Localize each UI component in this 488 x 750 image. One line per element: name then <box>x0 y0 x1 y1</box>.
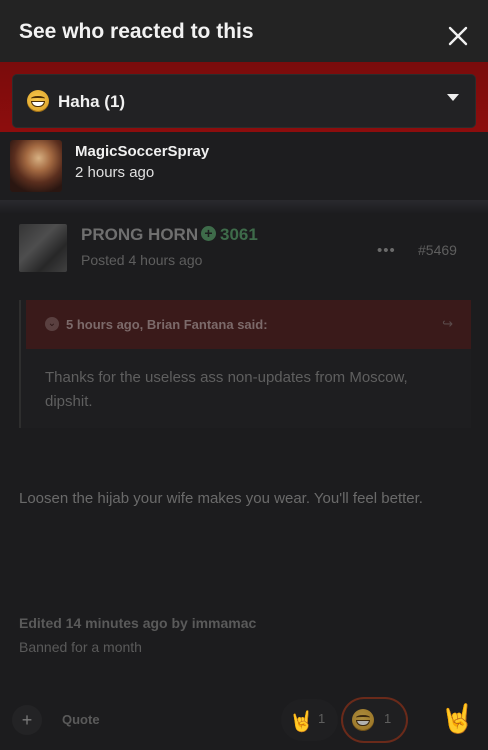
background-post: PRONG HORN + 3061 Posted 4 hours ago •••… <box>0 214 488 750</box>
posted-time[interactable]: Posted 4 hours ago <box>81 252 202 268</box>
quote-block: ⌄ 5 hours ago, Brian Fantana said: ↪ Tha… <box>19 300 471 428</box>
author-name[interactable]: PRONG HORN <box>81 225 198 245</box>
quote-citation[interactable]: 5 hours ago, Brian Fantana said: <box>66 317 268 332</box>
quote-text: Thanks for the useless ass non-updates f… <box>45 369 408 410</box>
edited-prefix: Edited 14 minutes ago by <box>19 615 192 631</box>
reputation-value: 3061 <box>220 225 258 244</box>
reaction-filter-label: Haha (1) <box>58 92 126 111</box>
reaction-count: 1 <box>384 711 392 726</box>
author-avatar[interactable] <box>19 224 67 272</box>
modal-header: See who reacted to this <box>0 0 488 62</box>
edited-note: Edited 14 minutes ago by immamac <box>19 615 256 631</box>
post-body: Loosen the hijab your wife makes you wea… <box>19 490 423 507</box>
react-button-icon[interactable]: 🤘 <box>440 702 475 735</box>
avatar[interactable] <box>10 140 62 192</box>
reaction-count: 1 <box>318 711 326 726</box>
laughing-face-icon <box>352 709 374 731</box>
laughing-face-icon <box>27 90 49 112</box>
close-icon[interactable] <box>444 22 472 50</box>
post-number-link[interactable]: #5469 <box>418 242 457 258</box>
post-footer: + Quote 🤘 1 1 🤘 <box>0 692 488 750</box>
edit-reason: Banned for a month <box>19 639 142 655</box>
edited-by-link[interactable]: immamac <box>192 615 257 631</box>
reactor-name[interactable]: MagicSoccerSpray <box>75 143 209 160</box>
reaction-filter-dropdown[interactable]: Haha (1) <box>13 75 475 127</box>
quote-button[interactable]: Quote <box>62 712 100 727</box>
chevron-down-icon[interactable]: ⌄ <box>45 317 59 331</box>
chevron-down-icon <box>447 94 459 101</box>
reactor-time: 2 hours ago <box>75 164 155 181</box>
reaction-rock-on[interactable]: 🤘 1 <box>281 699 338 741</box>
rock-on-hand-icon: 🤘 <box>289 711 314 733</box>
modal-bottom-shadow <box>0 200 488 214</box>
reputation-plus-icon: + <box>201 226 216 241</box>
modal-title: See who reacted to this <box>19 20 254 43</box>
reaction-haha[interactable]: 1 <box>343 699 406 741</box>
share-arrow-icon[interactable]: ↪ <box>442 316 453 332</box>
quote-header: ⌄ 5 hours ago, Brian Fantana said: ↪ <box>26 300 471 349</box>
multiquote-button[interactable]: + <box>12 705 42 735</box>
reactor-list-item[interactable]: MagicSoccerSpray 2 hours ago <box>0 132 488 200</box>
more-options-icon[interactable]: ••• <box>377 242 396 259</box>
